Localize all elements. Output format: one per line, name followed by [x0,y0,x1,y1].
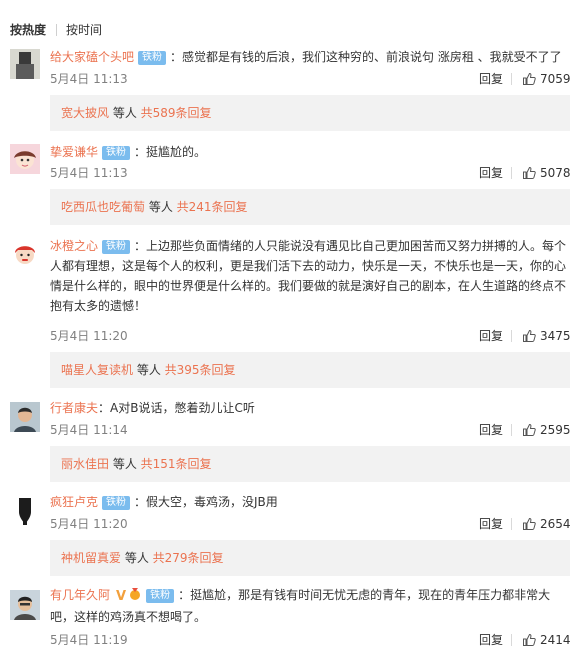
action-divider [511,73,512,85]
like-count: 2595 [540,423,571,437]
sub-reply-username[interactable]: 喵星人复读机 [61,363,133,377]
thumbs-up-icon [523,329,536,342]
sort-by-hot-tab[interactable]: 按热度 [10,22,46,38]
fan-badge: 铁粉 [146,589,175,603]
avatar[interactable] [10,402,40,432]
medal-icon [130,588,141,600]
like-button[interactable]: 7059 [522,71,571,87]
comment-text: 疯狂卢克 铁粉 ：假大空，毒鸡汤，没JB用 [50,492,570,512]
like-button[interactable]: 2654 [522,516,571,532]
comment-time: 5月4日 11:20 [50,329,128,343]
thumbs-up-icon [523,72,536,85]
thumbs-up-icon [523,166,536,179]
action-divider [511,167,512,179]
sub-reply-others: 等人 [145,200,177,214]
action-divider [511,634,512,646]
comment-text: 有几年久阿 V 铁粉 ：挺尴尬，那是有钱有时间无忧无虑的青年，现在的青年压力都非常大吧… [50,585,570,627]
like-count: 5078 [540,166,571,180]
avatar[interactable] [10,49,40,79]
sub-reply-others: 等人 [109,457,141,471]
fan-badge: 铁粉 [102,496,131,510]
comment-content: ：挺尴尬的。 [134,145,207,159]
comment-username[interactable]: 疯狂卢克 [50,495,98,509]
comment-username[interactable]: 冰橙之心 [50,239,98,253]
comment-username[interactable]: 挚爱谦华 [50,145,98,159]
sub-reply-username[interactable]: 吃西瓜也吃葡萄 [61,200,145,214]
action-divider [511,330,512,342]
comment-text: 挚爱谦华 铁粉 ：挺尴尬的。 [50,142,570,162]
reply-button[interactable]: 回复 [479,422,503,438]
sub-replies-box[interactable]: 衶机留真爱 等人 共279条回复 [50,540,570,576]
sub-replies-box[interactable]: 吃西瓜也吃葡萄 等人 共241条回复 [50,189,570,225]
sub-reply-count[interactable]: 共589条回复 [141,106,212,120]
sub-reply-username[interactable]: 丽水佳田 [61,457,109,471]
sub-reply-count[interactable]: 共241条回复 [177,200,248,214]
like-count: 2414 [540,633,571,647]
comment-username[interactable]: 有几年久阿 [50,588,110,602]
sub-replies-box[interactable]: 喵星人复读机 等人 共395条回复 [50,352,570,388]
avatar[interactable] [10,590,40,620]
sort-by-time-tab[interactable]: 按时间 [66,22,102,38]
thumbs-up-icon [523,517,536,530]
sub-replies-box[interactable]: 丽水佳田 等人 共151条回复 [50,446,570,482]
sub-reply-username[interactable]: 宽大披风 [61,106,109,120]
like-count: 7059 [540,72,571,86]
sub-reply-others: 等人 [121,551,153,565]
comment-time: 5月4日 11:14 [50,423,128,437]
action-divider [511,518,512,530]
thumbs-up-icon [523,633,536,646]
sub-reply-username[interactable]: 衶机留真爱 [61,551,121,565]
fan-badge: 铁粉 [102,146,131,160]
like-count: 3475 [540,329,571,343]
avatar[interactable] [10,496,40,526]
like-button[interactable]: 3475 [522,328,571,344]
comment-content: ：假大空，毒鸡汤，没JB用 [134,495,278,509]
thumbs-up-icon [523,423,536,436]
sub-reply-others: 等人 [109,106,141,120]
comment-time: 5月4日 11:20 [50,517,128,531]
comment-time: 5月4日 11:13 [50,72,128,86]
comment-text: 冰橙之心 铁粉 ：上边那些负面情绪的人只能说没有遇见比自己更加困苦而又努力拼搏的人。… [50,236,570,316]
comment-content: ：感觉都是有钱的后浪，我们这种穷的、前浪说句 涨房租 、我就受不了了 [170,50,562,64]
reply-button[interactable]: 回复 [479,516,503,532]
avatar[interactable] [10,238,40,268]
sub-reply-count[interactable]: 共279条回复 [153,551,224,565]
sub-reply-count[interactable]: 共395条回复 [165,363,236,377]
like-button[interactable]: 2414 [522,632,571,648]
sub-replies-box[interactable]: 宽大披风 等人 共589条回复 [50,95,570,131]
comment-username[interactable]: 给大家磕个头吧 [50,50,134,64]
avatar[interactable] [10,144,40,174]
comment-time: 5月4日 11:13 [50,166,128,180]
like-button[interactable]: 2595 [522,422,571,438]
comment-content: ：A对B说话，憋着劲儿让C听 [98,401,255,415]
like-count: 2654 [540,517,571,531]
fan-badge: 铁粉 [138,51,167,65]
fan-badge: 铁粉 [102,240,131,254]
reply-button[interactable]: 回复 [479,165,503,181]
comment-text: 行者康夫：A对B说话，憋着劲儿让C听 [50,398,570,418]
comment-time: 5月4日 11:19 [50,633,128,647]
reply-button[interactable]: 回复 [479,632,503,648]
verified-v-icon: V [116,589,127,604]
sub-reply-others: 等人 [133,363,165,377]
action-divider [511,424,512,436]
comment-text: 给大家磕个头吧 铁粉 ：感觉都是有钱的后浪，我们这种穷的、前浪说句 涨房租 、我就受… [50,47,570,67]
sub-reply-count[interactable]: 共151条回复 [141,457,212,471]
like-button[interactable]: 5078 [522,165,571,181]
comment-username[interactable]: 行者康夫 [50,401,98,415]
reply-button[interactable]: 回复 [479,71,503,87]
reply-button[interactable]: 回复 [479,328,503,344]
sort-divider [56,24,57,36]
